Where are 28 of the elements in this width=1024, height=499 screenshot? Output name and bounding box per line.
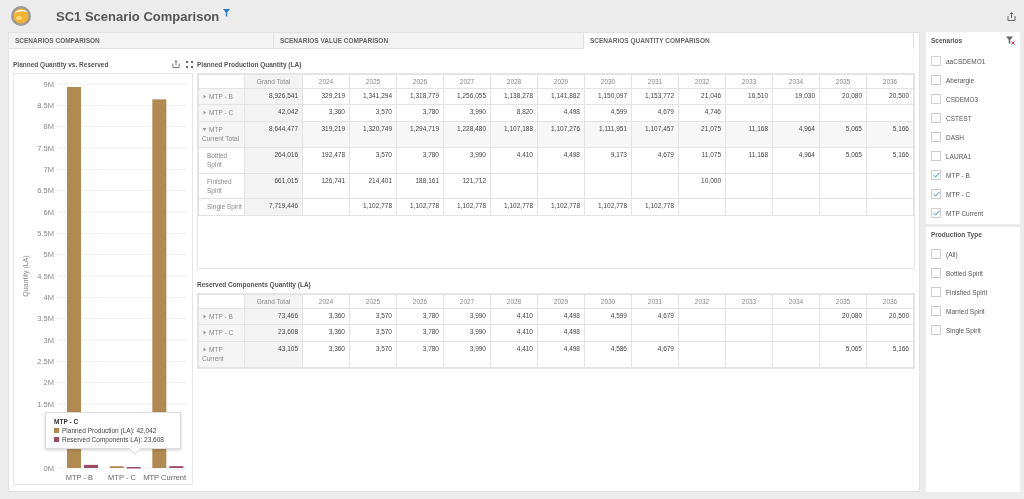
checkbox[interactable] xyxy=(931,287,941,297)
share-icon[interactable] xyxy=(1007,11,1016,21)
checkbox[interactable] xyxy=(931,170,941,180)
checkbox[interactable] xyxy=(931,151,941,161)
checkbox[interactable] xyxy=(931,249,941,259)
logo-icon xyxy=(10,5,32,27)
caret-icon[interactable] xyxy=(202,330,207,336)
checkbox[interactable] xyxy=(931,268,941,278)
caret-icon[interactable] xyxy=(202,94,207,99)
share-icon[interactable] xyxy=(172,60,180,68)
bar[interactable] xyxy=(84,464,98,468)
clear-filter-icon[interactable] xyxy=(1006,36,1015,45)
checkbox[interactable] xyxy=(931,132,941,142)
caret-icon[interactable] xyxy=(202,110,207,116)
caret-icon[interactable] xyxy=(202,314,207,319)
filter-icon[interactable] xyxy=(223,9,231,17)
checkbox[interactable] xyxy=(931,56,941,66)
expand-icon[interactable] xyxy=(186,60,193,68)
checkbox[interactable] xyxy=(931,94,941,104)
checkbox[interactable] xyxy=(931,113,941,123)
caret-icon[interactable] xyxy=(202,126,207,132)
caret-icon[interactable] xyxy=(202,346,207,352)
page-title: SC1 Scenario Comparison xyxy=(56,8,220,24)
checkbox[interactable] xyxy=(931,325,941,335)
checkbox[interactable] xyxy=(931,189,941,199)
checkbox[interactable] xyxy=(931,75,941,85)
checkbox[interactable] xyxy=(931,208,941,218)
checkbox[interactable] xyxy=(931,306,941,316)
